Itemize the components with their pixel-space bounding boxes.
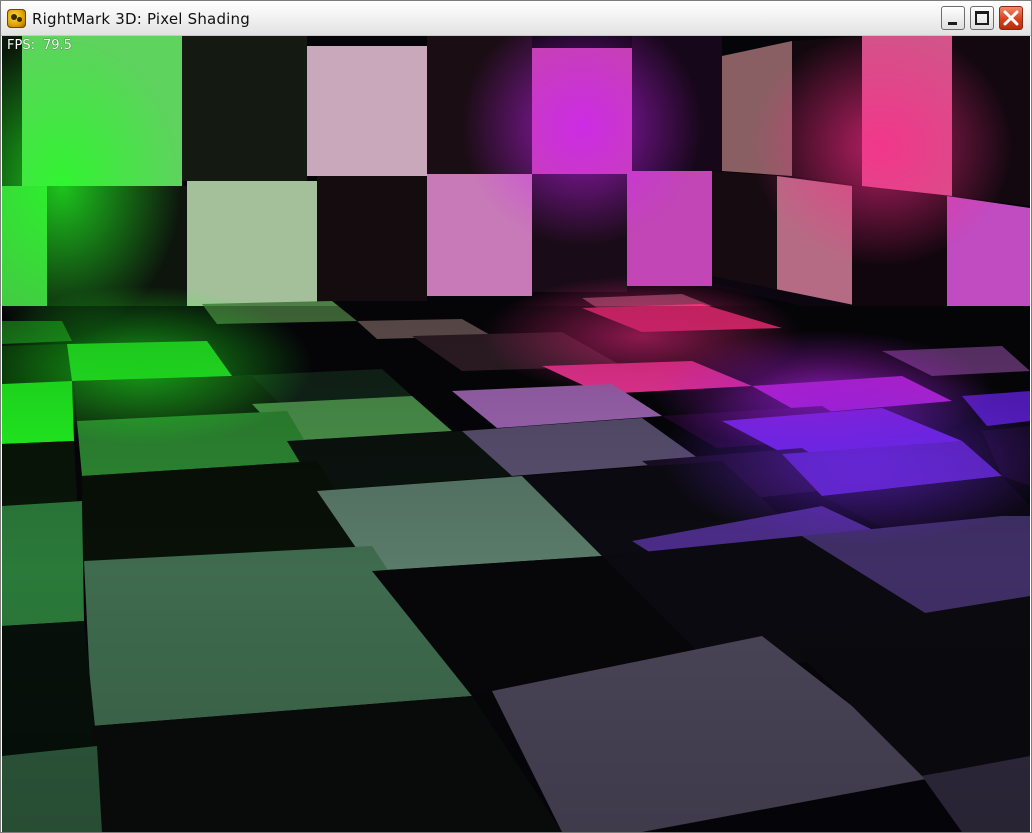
title-bar[interactable]: RightMark 3D: Pixel Shading [1,1,1031,36]
window-title: RightMark 3D: Pixel Shading [32,10,250,28]
fps-counter: FPS: 79.5 [7,38,72,53]
maximize-icon [975,11,989,25]
app-icon[interactable] [7,9,26,28]
fps-label: FPS: [7,38,35,53]
minimize-button[interactable] [941,6,965,30]
close-button[interactable] [999,6,1023,30]
close-icon [1003,10,1019,26]
maximize-button[interactable] [970,6,994,30]
render-viewport[interactable]: FPS: 79.5 [2,36,1030,832]
fps-value: 79.5 [42,38,72,53]
shading-scene [2,36,1030,832]
minimize-icon [948,22,957,25]
app-window: RightMark 3D: Pixel Shading FPS: 79.5 [0,0,1032,833]
